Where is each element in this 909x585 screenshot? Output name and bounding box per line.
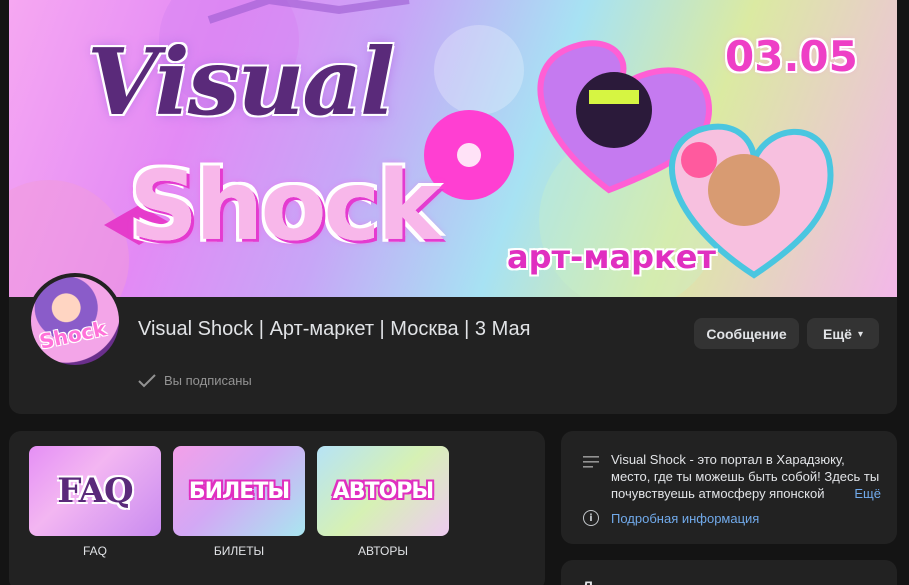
details-link[interactable]: Подробная информация — [611, 511, 759, 526]
next-section-card: Л — [561, 560, 897, 585]
more-button-label: Ещё — [823, 325, 852, 342]
links-card: FAQ FAQ БИЛЕТЫ БИЛЕТЫ АВТОРЫ АВТОРЫ — [9, 431, 545, 585]
info-card: Visual Shock - это портал в Харадзюку, м… — [561, 431, 897, 544]
text-lines-icon — [583, 456, 599, 468]
cover-date: 03.05 — [725, 32, 858, 81]
link-thumbnail[interactable]: БИЛЕТЫ — [173, 446, 305, 536]
message-button[interactable]: Сообщение — [694, 318, 799, 349]
link-label[interactable]: БИЛЕТЫ — [173, 544, 305, 558]
info-icon: i — [583, 510, 599, 526]
link-thumbnail-text: АВТОРЫ — [332, 478, 434, 504]
link-item-tickets[interactable]: БИЛЕТЫ БИЛЕТЫ — [173, 446, 305, 558]
group-header-card: Visual Shock 03.05 арт-маркет Shock Visu… — [9, 0, 897, 414]
link-thumbnail-text: БИЛЕТЫ — [188, 478, 290, 504]
link-thumbnail-text: FAQ — [57, 471, 133, 511]
link-thumbnail[interactable]: FAQ — [29, 446, 161, 536]
link-thumbnail[interactable]: АВТОРЫ — [317, 446, 449, 536]
cover-image[interactable]: Visual Shock 03.05 арт-маркет — [9, 0, 897, 297]
group-description: Visual Shock - это портал в Харадзюку, м… — [611, 451, 881, 502]
group-name: Visual Shock | Арт-маркет | Москва | 3 М… — [138, 318, 531, 340]
link-label[interactable]: АВТОРЫ — [317, 544, 449, 558]
avatar-logo-text: Shock — [37, 316, 109, 354]
subscription-status-label: Вы подписаны — [164, 373, 252, 388]
link-item-authors[interactable]: АВТОРЫ АВТОРЫ — [317, 446, 449, 558]
more-button[interactable]: Ещё ▾ — [807, 318, 879, 349]
link-item-faq[interactable]: FAQ FAQ — [29, 446, 161, 558]
link-label[interactable]: FAQ — [29, 544, 161, 558]
cover-title-visual: Visual — [87, 28, 395, 136]
description-more-link[interactable]: Ещё — [850, 485, 881, 502]
cover-subtitle: арт-маркет — [507, 238, 716, 276]
chevron-down-icon: ▾ — [857, 329, 863, 340]
subscription-status[interactable]: Вы подписаны — [138, 373, 252, 388]
avatar[interactable]: Shock — [27, 273, 123, 369]
group-description-text: Visual Shock - это портал в Харадзюку, м… — [611, 452, 880, 501]
details-row[interactable]: i Подробная информация — [583, 510, 759, 526]
check-icon — [138, 373, 156, 387]
description-row: Visual Shock - это портал в Харадзюку, м… — [583, 451, 881, 502]
cover-title-shock: Shock — [129, 150, 441, 262]
next-section-title: Л — [583, 578, 593, 585]
